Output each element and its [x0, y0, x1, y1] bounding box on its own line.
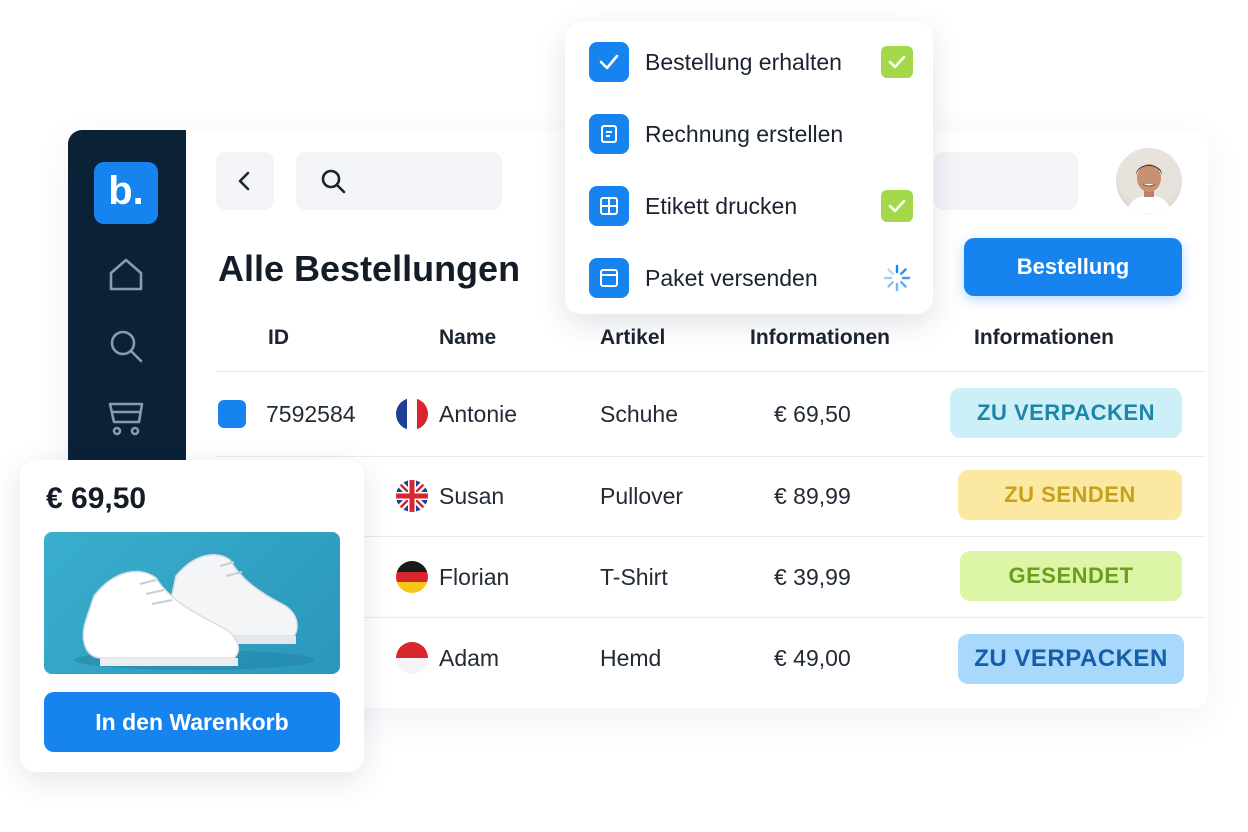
customer-name: Florian	[439, 564, 510, 590]
search-icon[interactable]	[106, 326, 146, 366]
brand-logo[interactable]: b.	[94, 162, 158, 224]
step-label: Bestellung erhalten	[645, 49, 842, 75]
progress-step[interactable]: Etikett drucken	[589, 184, 919, 228]
status-badge[interactable]: ZU VERPACKEN	[950, 388, 1182, 438]
label-grid-icon	[589, 186, 629, 226]
search-input[interactable]	[356, 152, 500, 212]
status-badge[interactable]: GESENDET	[960, 551, 1182, 601]
status-badge[interactable]: ZU SENDEN	[958, 470, 1182, 520]
column-header-price-info[interactable]: Informationen	[750, 326, 890, 350]
indonesia-flag-icon	[396, 642, 428, 674]
divider	[216, 371, 1206, 372]
column-header-name[interactable]: Name	[439, 326, 496, 350]
order-progress-popup: Bestellung erhalten Rechnung erstellen E…	[565, 22, 933, 314]
article-name: Hemd	[600, 645, 662, 671]
article-name: T-Shirt	[600, 564, 668, 590]
done-check-icon	[881, 190, 913, 222]
step-label: Paket versenden	[645, 265, 818, 291]
uk-flag-icon	[396, 480, 428, 512]
done-check-icon	[881, 46, 913, 78]
column-header-article[interactable]: Artikel	[600, 326, 665, 350]
top-bar-field[interactable]	[934, 152, 1078, 210]
order-price: € 89,99	[774, 483, 851, 509]
order-price: € 69,50	[774, 401, 851, 427]
step-label: Etikett drucken	[645, 193, 798, 219]
progress-step[interactable]: Paket versenden	[589, 256, 919, 300]
white-sneakers-image	[44, 532, 340, 674]
customer-name: Antonie	[439, 401, 518, 427]
search-icon	[321, 169, 346, 194]
progress-step[interactable]: Rechnung erstellen	[589, 112, 919, 156]
home-icon[interactable]	[106, 254, 146, 294]
table-row[interactable]: 7592584 Antonie Schuhe € 69,50 ZU VERPAC…	[68, 374, 1208, 454]
order-price: € 39,99	[774, 564, 851, 590]
step-label: Rechnung erstellen	[645, 121, 844, 147]
customer-name: Adam	[439, 645, 500, 671]
check-icon	[589, 42, 629, 82]
customer-name: Susan	[439, 483, 505, 509]
chevron-left-icon	[238, 171, 250, 191]
order-id: 7592584	[266, 401, 356, 427]
germany-flag-icon	[396, 561, 428, 593]
person-icon	[1125, 164, 1173, 214]
add-to-cart-button[interactable]: In den Warenkorb	[44, 692, 340, 752]
loading-spinner-icon	[883, 264, 911, 292]
progress-step[interactable]: Bestellung erhalten	[589, 40, 919, 84]
status-badge[interactable]: ZU VERPACKEN	[958, 634, 1184, 684]
article-name: Schuhe	[600, 401, 679, 427]
search-field[interactable]	[296, 152, 502, 212]
page-title: Alle Bestellungen	[218, 248, 521, 289]
product-card: € 69,50 In den Warenkorb	[20, 460, 364, 772]
invoice-icon	[589, 114, 629, 154]
column-header-status-info[interactable]: Informationen	[974, 326, 1114, 350]
new-order-button[interactable]: Bestellung	[964, 238, 1182, 296]
package-icon	[589, 258, 629, 298]
france-flag-icon	[396, 398, 428, 430]
back-button[interactable]	[216, 152, 274, 210]
user-avatar[interactable]	[1116, 148, 1182, 214]
article-name: Pullover	[600, 483, 684, 509]
column-header-id[interactable]: ID	[268, 326, 289, 350]
product-price: € 69,50	[46, 482, 147, 515]
row-checkbox[interactable]	[218, 400, 246, 428]
order-price: € 49,00	[774, 645, 851, 671]
